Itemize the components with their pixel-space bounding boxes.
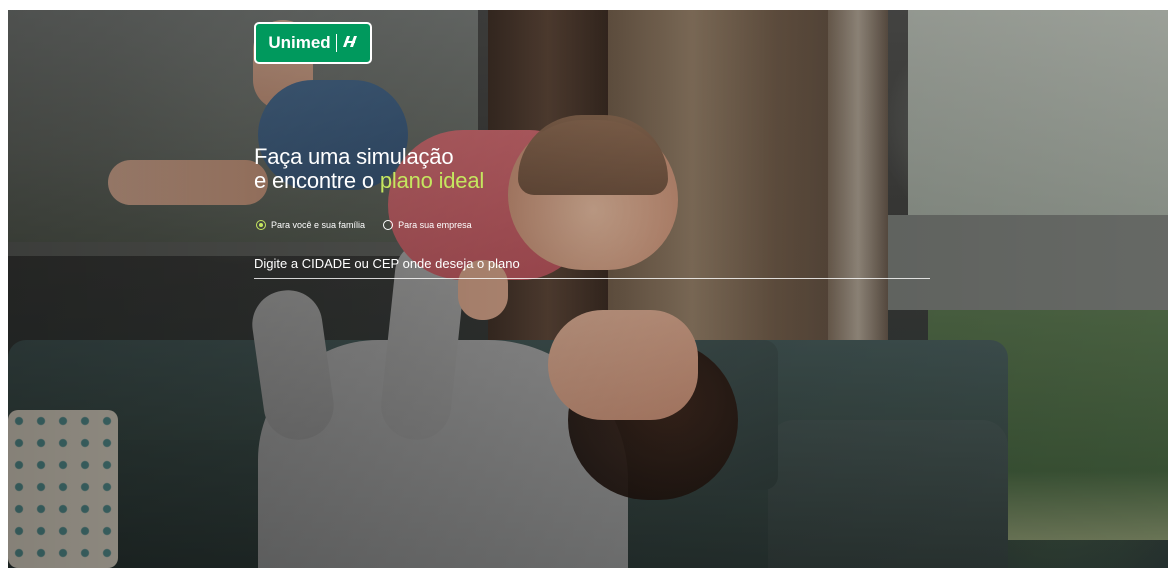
hero-headline: Faça uma simulação e encontre o plano id… [254, 145, 484, 193]
radio-option-family[interactable]: Para você e sua família [256, 220, 365, 230]
dark-overlay [8, 10, 1168, 568]
unimed-logo-icon [342, 34, 358, 53]
headline-line-1: Faça uma simulação [254, 144, 454, 169]
brand-name: Unimed [268, 33, 331, 52]
hero-background-photo [8, 10, 1168, 568]
headline-accent: plano ideal [379, 168, 485, 193]
radio-label: Para sua empresa [398, 220, 472, 230]
headline-prefix: e encontre o [254, 168, 374, 193]
radio-label: Para você e sua família [271, 220, 366, 230]
city-cep-search-input[interactable] [254, 252, 930, 279]
radio-button-checked[interactable] [256, 220, 266, 230]
logo-divider [335, 34, 337, 52]
radio-option-company[interactable]: Para sua empresa [383, 220, 472, 230]
radio-button-unchecked[interactable] [383, 220, 394, 230]
plan-type-radio-group: Para você e sua família Para sua empresa [256, 220, 490, 230]
headline-line-2: e encontre o plano ideal [254, 169, 484, 193]
unimed-logo[interactable]: Unimed [254, 22, 372, 64]
